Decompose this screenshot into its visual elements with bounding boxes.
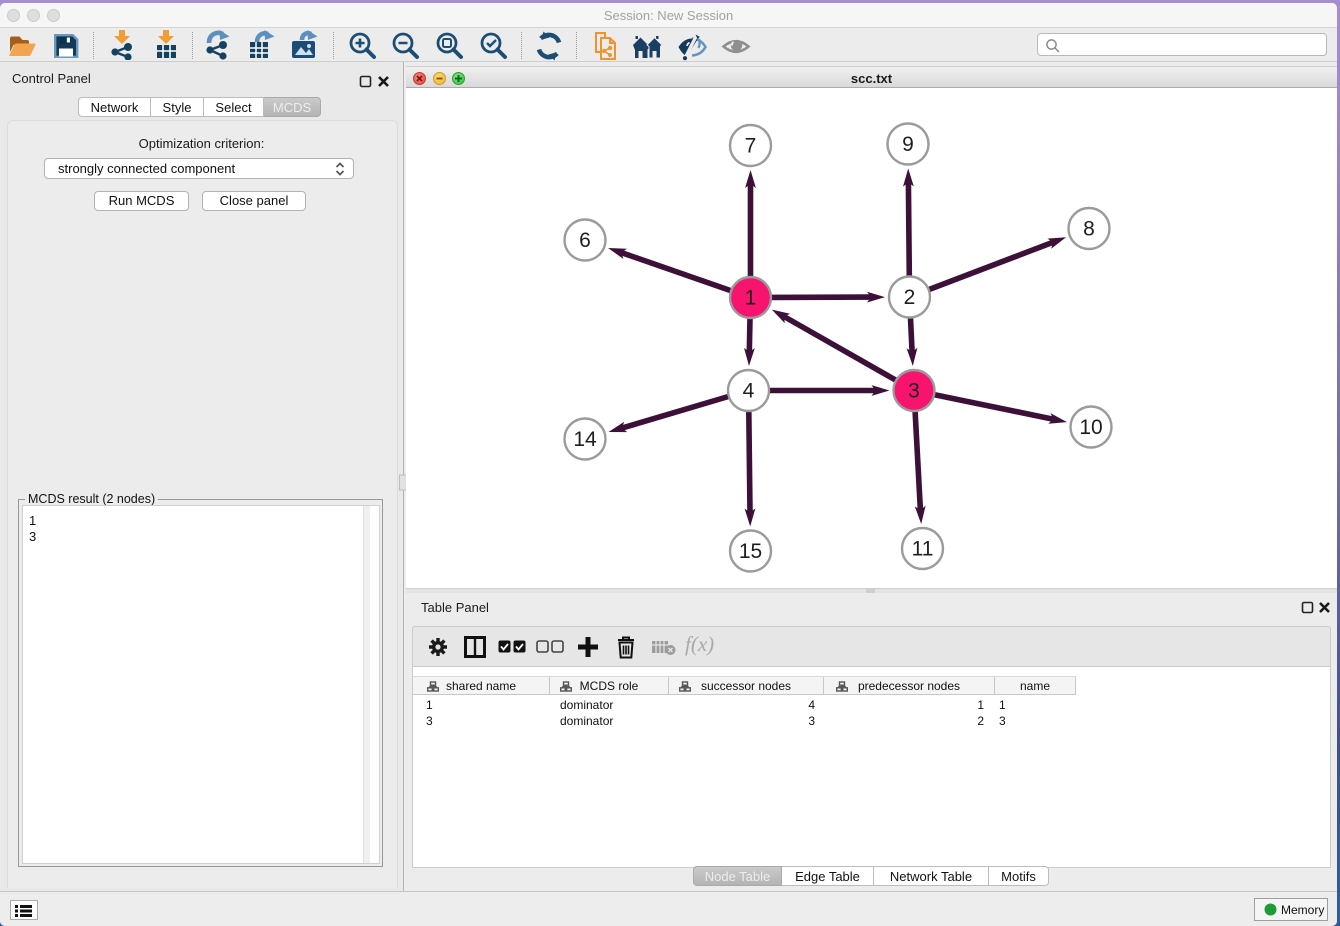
- svg-text:11: 11: [912, 538, 934, 561]
- svg-text:8: 8: [1083, 218, 1095, 241]
- svg-text:9: 9: [902, 133, 914, 156]
- svg-text:15: 15: [739, 540, 762, 563]
- svg-text:10: 10: [1079, 416, 1102, 439]
- svg-text:3: 3: [908, 380, 920, 403]
- svg-text:6: 6: [579, 229, 591, 252]
- svg-text:2: 2: [904, 286, 916, 309]
- svg-text:1: 1: [745, 287, 757, 310]
- svg-text:7: 7: [745, 135, 757, 158]
- svg-text:14: 14: [573, 428, 597, 451]
- svg-text:4: 4: [743, 380, 755, 403]
